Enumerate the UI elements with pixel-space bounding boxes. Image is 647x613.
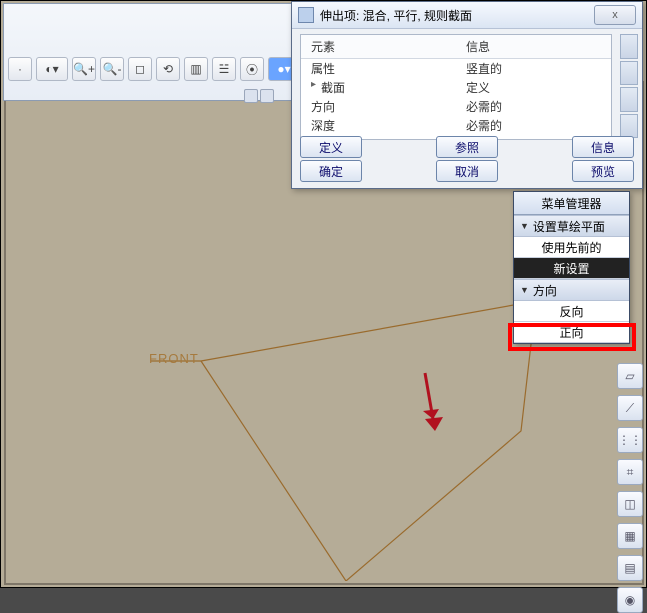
chevron-down-icon: ▼	[520, 285, 529, 295]
viewport-canvas: · ◐▾ 🔍+ 🔍- ◻ ⟲ ▥ ☱ ⦿ ●▾ FRONT 伸出项: 混合, 平	[0, 0, 647, 588]
zoom-fit-icon[interactable]: ◻	[128, 57, 152, 81]
col-element: 元素	[311, 40, 335, 54]
side-tool-4[interactable]	[620, 114, 638, 139]
menu-manager-panel: 菜单管理器 ▼ 设置草绘平面 使用先前的 新设置 ▼ 方向 反向 正向	[513, 191, 630, 344]
ok-button[interactable]: 确定	[300, 160, 362, 182]
section-icon[interactable]: ◫	[617, 491, 643, 517]
layers-icon[interactable]: ☱	[212, 57, 236, 81]
row0-elem: 属性	[311, 62, 335, 76]
right-icon-rail: ▱ ⟋ ⋮⋮ ⌗ ◫ ▦ ▤ ◉	[616, 363, 644, 613]
mirror-icon[interactable]: ⌗	[617, 459, 643, 485]
direction-arrow	[409, 369, 449, 439]
menu-item-reverse[interactable]: 反向	[514, 301, 629, 322]
extrude-dialog: 伸出项: 混合, 平行, 规则截面 x 元素 信息 属性 竖直的 ▸截面 定义	[291, 1, 643, 189]
tb-separator: ·	[8, 57, 32, 81]
datum-axis-icon[interactable]: ⟋	[617, 395, 643, 421]
side-tool-1[interactable]	[620, 34, 638, 59]
spin-center-icon[interactable]: ◉	[617, 587, 643, 613]
col-info: 信息	[466, 40, 490, 54]
dialog-element-list[interactable]: 元素 信息 属性 竖直的 ▸截面 定义 方向 必需的 深度 必需的	[300, 34, 612, 140]
section-sketch-plane[interactable]: ▼ 设置草绘平面	[514, 215, 629, 237]
row3-info: 必需的	[466, 119, 502, 133]
mini-tool-2[interactable]	[260, 89, 274, 103]
chevron-down-icon: ▼	[520, 221, 529, 231]
table-row: 深度 必需的	[301, 116, 611, 135]
zoom-out-icon[interactable]: 🔍-	[100, 57, 124, 81]
table-row: 方向 必需的	[301, 97, 611, 116]
dialog-titlebar[interactable]: 伸出项: 混合, 平行, 规则截面 x	[292, 2, 642, 29]
row0-info: 竖直的	[466, 62, 502, 76]
zoom-in-icon[interactable]: 🔍+	[72, 57, 96, 81]
menu-item-new-setup[interactable]: 新设置	[514, 258, 629, 279]
section-direction[interactable]: ▼ 方向	[514, 279, 629, 301]
menu-item-use-prev[interactable]: 使用先前的	[514, 237, 629, 258]
cancel-button[interactable]: 取消	[436, 160, 498, 182]
dialog-side-tools	[620, 34, 638, 138]
datum-plane-icon[interactable]: ▱	[617, 363, 643, 389]
view-manager-icon[interactable]: ▥	[184, 57, 208, 81]
spin-icon[interactable]: ⦿	[240, 57, 264, 81]
table-row: 属性 竖直的	[301, 59, 611, 79]
expand-icon[interactable]: ▸	[311, 79, 321, 90]
menu-item-forward[interactable]: 正向	[514, 322, 629, 343]
dialog-close-button[interactable]: x	[594, 5, 636, 25]
preview-button[interactable]: 预览	[572, 160, 634, 182]
define-button[interactable]: 定义	[300, 136, 362, 158]
side-tool-3[interactable]	[620, 87, 638, 112]
grid-icon[interactable]: ▤	[617, 555, 643, 581]
shade-icon[interactable]: ▦	[617, 523, 643, 549]
front-datum-label: FRONT	[149, 351, 199, 366]
csys-icon[interactable]: ⋮⋮	[617, 427, 643, 453]
row1-info: 定义	[466, 81, 490, 95]
row3-elem: 深度	[311, 119, 335, 133]
menu-manager-title[interactable]: 菜单管理器	[514, 192, 629, 215]
appearance-dropdown[interactable]: ◐▾	[36, 57, 68, 81]
close-icon: x	[612, 9, 618, 21]
mini-tool-strip	[244, 89, 274, 101]
dialog-icon	[298, 7, 314, 23]
top-toolbar: · ◐▾ 🔍+ 🔍- ◻ ⟲ ▥ ☱ ⦿ ●▾	[3, 3, 297, 101]
mini-tool-1[interactable]	[244, 89, 258, 103]
ref-button[interactable]: 参照	[436, 136, 498, 158]
table-row: ▸截面 定义	[301, 78, 611, 97]
refit-icon[interactable]: ⟲	[156, 57, 180, 81]
row2-info: 必需的	[466, 100, 502, 114]
row1-elem: 截面	[321, 81, 345, 95]
info-button[interactable]: 信息	[572, 136, 634, 158]
dialog-title: 伸出项: 混合, 平行, 规则截面	[320, 7, 472, 24]
side-tool-2[interactable]	[620, 61, 638, 86]
row2-elem: 方向	[311, 100, 335, 114]
